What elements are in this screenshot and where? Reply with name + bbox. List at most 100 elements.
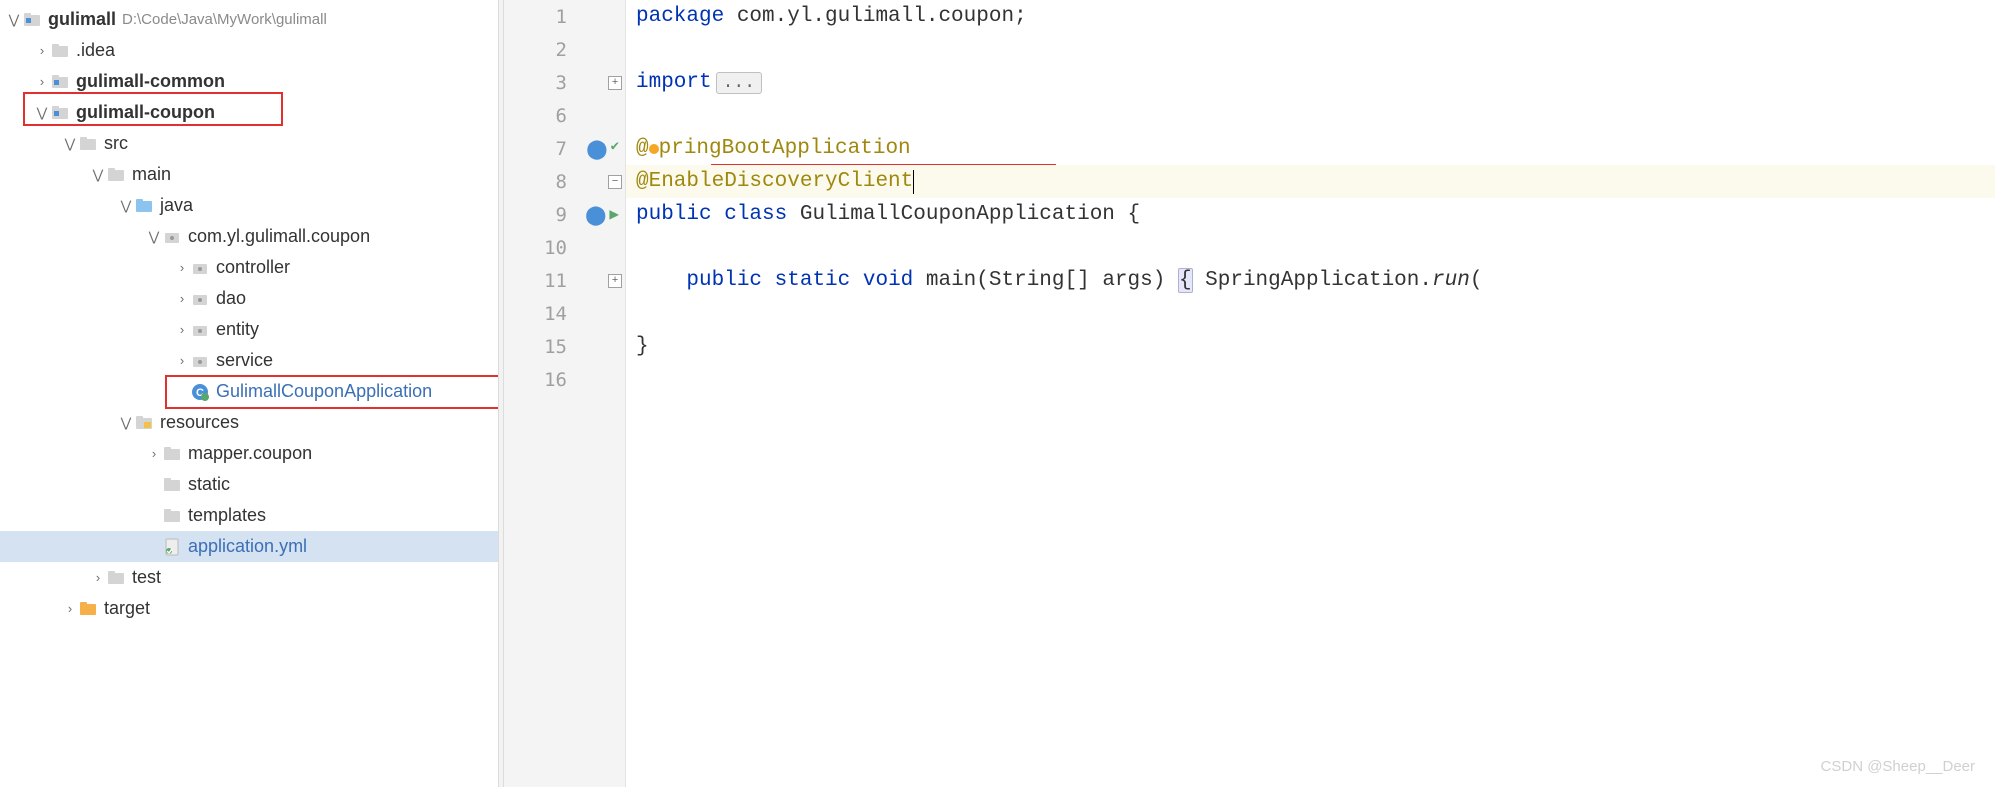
code-token: GulimallCouponApplication xyxy=(800,203,1128,226)
bracket-highlight: { xyxy=(1178,268,1193,293)
tree-item[interactable]: ⋁ src xyxy=(0,128,498,159)
tree-item[interactable]: › gulimall-common xyxy=(0,66,498,97)
tree-item[interactable]: ›service xyxy=(0,345,498,376)
source-folder-icon xyxy=(134,196,154,216)
tree-item-label: mapper.coupon xyxy=(188,443,312,464)
gutter-line-number: 11▶ xyxy=(504,264,625,297)
code-line[interactable]: +import... xyxy=(626,66,1995,99)
package-icon xyxy=(190,289,210,309)
tree-item-label: application.yml xyxy=(188,536,307,557)
chevron-down-icon[interactable]: ⋁ xyxy=(146,229,162,245)
code-token: public xyxy=(686,269,774,292)
fold-collapse-icon[interactable]: − xyxy=(608,175,622,189)
tree-item-label: .idea xyxy=(76,40,115,61)
spring-leaf-icon: ⬤ xyxy=(585,204,606,226)
code-line[interactable]: @ pringBootApplication xyxy=(626,132,1995,165)
tree-item-label: java xyxy=(160,195,193,216)
code-token xyxy=(636,269,686,292)
tree-item[interactable]: static xyxy=(0,469,498,500)
code-token: import xyxy=(636,71,712,94)
code-editor[interactable]: 12367⬤✔89⬤▶1011▶141516 package com.yl.gu… xyxy=(504,0,1995,787)
code-line[interactable] xyxy=(626,33,1995,66)
chevron-right-icon[interactable]: › xyxy=(34,43,50,58)
tree-item[interactable]: ⋁ java xyxy=(0,190,498,221)
tree-item-label: src xyxy=(104,133,128,154)
project-tree-panel: ⋁ gulimall D:\Code\Java\MyWork\gulimall › .i… xyxy=(0,0,498,787)
tree-item[interactable]: templates xyxy=(0,500,498,531)
package-icon xyxy=(190,320,210,340)
gutter-line-number: 8 xyxy=(504,165,625,198)
tree-item-label: templates xyxy=(188,505,266,526)
code-line[interactable]: } xyxy=(626,330,1995,363)
code-line[interactable] xyxy=(626,297,1995,330)
code-line[interactable]: + public static void main(String[] args)… xyxy=(626,264,1995,297)
fold-expand-icon[interactable]: + xyxy=(608,274,622,288)
tree-item[interactable]: ›target xyxy=(0,593,498,624)
code-line[interactable] xyxy=(626,231,1995,264)
chevron-right-icon[interactable]: › xyxy=(174,353,190,368)
tree-item-label: gulimall-common xyxy=(76,71,225,92)
tree-item-label: gulimall xyxy=(48,9,116,30)
breakpoint-icon[interactable] xyxy=(649,144,659,154)
yml-file-icon xyxy=(162,537,182,557)
tree-item[interactable]: ⋁ main xyxy=(0,159,498,190)
tree-item-label: entity xyxy=(216,319,259,340)
gutter-line-number: 3 xyxy=(504,66,625,99)
code-line[interactable] xyxy=(626,99,1995,132)
tree-item[interactable]: CGulimallCouponApplication xyxy=(0,376,498,407)
chevron-down-icon[interactable]: ⋁ xyxy=(34,105,50,121)
tree-item[interactable]: › .idea xyxy=(0,35,498,66)
code-token xyxy=(1165,269,1178,292)
code-line[interactable]: −@EnableDiscoveryClient xyxy=(626,165,1995,198)
tree-root[interactable]: ⋁ gulimall D:\Code\Java\MyWork\gulimall xyxy=(0,4,498,35)
chevron-right-icon[interactable]: › xyxy=(174,291,190,306)
chevron-right-icon[interactable]: › xyxy=(90,570,106,585)
class-icon: C xyxy=(190,382,210,402)
chevron-down-icon[interactable]: ⋁ xyxy=(118,198,134,214)
code-line[interactable] xyxy=(626,363,1995,396)
tree-item-label: gulimall-coupon xyxy=(76,102,215,123)
tree-item[interactable]: ›test xyxy=(0,562,498,593)
chevron-down-icon[interactable]: ⋁ xyxy=(6,12,22,28)
tree-item[interactable]: application.yml xyxy=(0,531,498,562)
spring-leaf-icon: ⬤ xyxy=(586,138,607,160)
tree-item-label: main xyxy=(132,164,171,185)
gutter-line-number: 10 xyxy=(504,231,625,264)
code-token: @ xyxy=(636,137,649,160)
tree-item[interactable]: ⋁resources xyxy=(0,407,498,438)
code-token: pringBootApplication xyxy=(659,137,911,160)
code-token: main xyxy=(926,269,976,292)
tree-item[interactable]: › mapper.coupon xyxy=(0,438,498,469)
target-folder-icon xyxy=(78,599,98,619)
run-gutter-icon[interactable]: ▶ xyxy=(609,204,619,226)
folder-icon xyxy=(106,165,126,185)
package-icon xyxy=(162,227,182,247)
chevron-down-icon[interactable]: ⋁ xyxy=(118,415,134,431)
chevron-right-icon[interactable]: › xyxy=(62,601,78,616)
code-line[interactable]: package com.yl.gulimall.coupon; xyxy=(626,0,1995,33)
tree-item[interactable]: ⋁com.yl.gulimall.coupon xyxy=(0,221,498,252)
tree-item[interactable]: ›dao xyxy=(0,283,498,314)
tree-item-label: static xyxy=(188,474,230,495)
editor-code-area[interactable]: package com.yl.gulimall.coupon; +import..… xyxy=(626,0,1995,787)
tree-item[interactable]: › entity xyxy=(0,314,498,345)
chevron-right-icon[interactable]: › xyxy=(34,74,50,89)
code-token: com.yl.gulimall.coupon; xyxy=(724,5,1026,28)
fold-expand-icon[interactable]: + xyxy=(608,76,622,90)
code-token: package xyxy=(636,5,724,28)
watermark-text: CSDN @Sheep__Deer xyxy=(1821,758,1975,775)
tree-item[interactable]: ›controller xyxy=(0,252,498,283)
tree-item[interactable]: ⋁ gulimall-coupon xyxy=(0,97,498,128)
chevron-down-icon[interactable]: ⋁ xyxy=(90,167,106,183)
tree-root-path: D:\Code\Java\MyWork\gulimall xyxy=(122,11,327,28)
chevron-right-icon[interactable]: › xyxy=(174,322,190,337)
folder-icon xyxy=(162,444,182,464)
folded-region[interactable]: ... xyxy=(716,72,762,94)
module-icon xyxy=(22,10,42,30)
code-line[interactable]: public class GulimallCouponApplication { xyxy=(626,198,1995,231)
package-icon xyxy=(190,351,210,371)
chevron-down-icon[interactable]: ⋁ xyxy=(62,136,78,152)
code-token: public xyxy=(636,203,724,226)
chevron-right-icon[interactable]: › xyxy=(146,446,162,461)
chevron-right-icon[interactable]: › xyxy=(174,260,190,275)
